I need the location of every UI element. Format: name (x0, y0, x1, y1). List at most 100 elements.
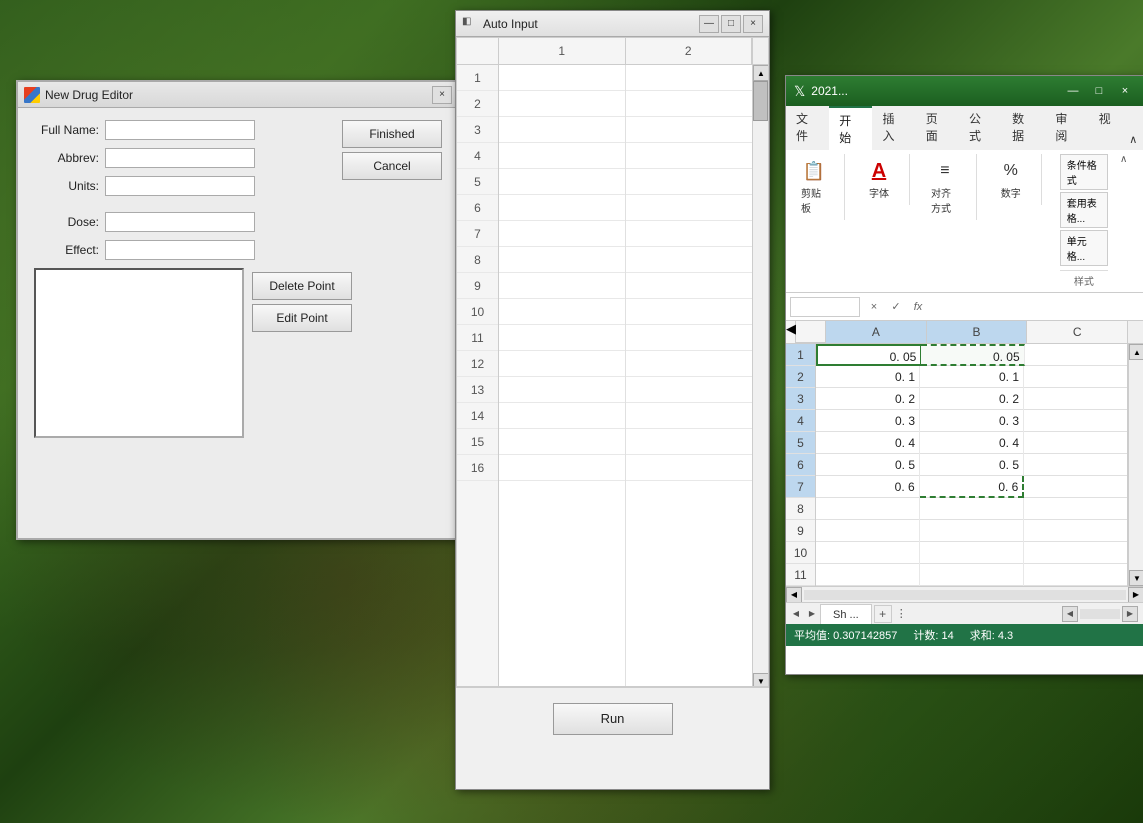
cell-a5[interactable]: 0. 4 (816, 432, 920, 454)
cell-5-2[interactable] (626, 169, 753, 195)
cell-b10[interactable] (920, 542, 1024, 564)
ribbon-conditional-format[interactable]: 条件格式 (1060, 154, 1108, 190)
cell-7-2[interactable] (626, 221, 753, 247)
ribbon-font-btn[interactable]: A 字体 (859, 154, 899, 205)
full-name-input[interactable] (105, 120, 255, 140)
ribbon-clipboard-btn[interactable]: 📋 剪贴板 (794, 154, 834, 220)
cell-b3[interactable]: 0. 2 (920, 388, 1024, 410)
formula-input[interactable] (932, 300, 1140, 314)
cell-16-2[interactable] (626, 455, 753, 481)
cell-a7[interactable]: 0. 6 (816, 476, 920, 498)
scrollbar-thumb[interactable] (753, 81, 768, 121)
ribbon-cell-style[interactable]: 单元格... (1060, 230, 1108, 266)
sheet-scroll-thumb[interactable] (1080, 609, 1120, 619)
cell-8-1[interactable] (499, 247, 625, 273)
cell-c3[interactable] (1024, 388, 1128, 410)
cell-a1[interactable]: 0. 05 (816, 344, 921, 366)
cell-c7[interactable] (1024, 476, 1128, 498)
cell-c5[interactable] (1024, 432, 1128, 454)
cell-15-2[interactable] (626, 429, 753, 455)
cell-11-2[interactable] (626, 325, 753, 351)
cell-9-1[interactable] (499, 273, 625, 299)
cell-5-1[interactable] (499, 169, 625, 195)
h-scroll-track[interactable] (804, 590, 1126, 600)
cell-c4[interactable] (1024, 410, 1128, 432)
abbrev-input[interactable] (105, 148, 255, 168)
sheet-right-scrollbar[interactable]: ▲ ▼ (1128, 344, 1143, 586)
sheet-tab-arrow-right[interactable]: ▶ (804, 606, 820, 622)
excel-tab-file[interactable]: 文件 (786, 106, 829, 150)
cell-c1[interactable] (1025, 344, 1128, 366)
h-scroll-left[interactable]: ◀ (786, 587, 802, 603)
delete-point-button[interactable]: Delete Point (252, 272, 352, 300)
cell-a10[interactable] (816, 542, 920, 564)
excel-maximize-btn[interactable]: □ (1088, 80, 1110, 102)
cell-a4[interactable]: 0. 3 (816, 410, 920, 432)
cell-3-1[interactable] (499, 117, 625, 143)
edit-point-button[interactable]: Edit Point (252, 304, 352, 332)
auto-input-close-btn[interactable]: × (743, 15, 763, 33)
cell-10-2[interactable] (626, 299, 753, 325)
cell-1-2[interactable] (626, 65, 753, 91)
cell-2-2[interactable] (626, 91, 753, 117)
cell-12-1[interactable] (499, 351, 625, 377)
col-header-b[interactable]: B (927, 321, 1028, 343)
sheet-scroll-track[interactable] (1129, 360, 1143, 570)
excel-minimize-btn[interactable]: — (1062, 80, 1084, 102)
cell-2-1[interactable] (499, 91, 625, 117)
col-header-c[interactable]: C (1027, 321, 1128, 343)
effect-input[interactable] (105, 240, 255, 260)
cell-a2[interactable]: 0. 1 (816, 366, 920, 388)
formula-cancel-icon[interactable]: × (864, 297, 884, 317)
excel-tab-formula[interactable]: 公式 (959, 106, 1002, 150)
cell-c9[interactable] (1024, 520, 1128, 542)
drug-editor-close-btn[interactable]: × (432, 86, 452, 104)
cell-14-1[interactable] (499, 403, 625, 429)
excel-tab-page[interactable]: 页面 (916, 106, 959, 150)
cell-13-2[interactable] (626, 377, 753, 403)
cell-b7[interactable]: 0. 6 (920, 476, 1025, 498)
cell-6-2[interactable] (626, 195, 753, 221)
units-input[interactable] (105, 176, 255, 196)
formula-fx-icon[interactable]: fx (908, 297, 928, 317)
cell-8-2[interactable] (626, 247, 753, 273)
cell-3-2[interactable] (626, 117, 753, 143)
cell-1-1[interactable] (499, 65, 625, 91)
excel-tab-data[interactable]: 数据 (1002, 106, 1045, 150)
excel-tab-home[interactable]: 开始 (829, 106, 872, 150)
cell-4-2[interactable] (626, 143, 753, 169)
sheet-tab-sh[interactable]: Sh ... (820, 604, 872, 624)
cancel-button[interactable]: Cancel (342, 152, 442, 180)
cell-c10[interactable] (1024, 542, 1128, 564)
finished-button[interactable]: Finished (342, 120, 442, 148)
cell-4-1[interactable] (499, 143, 625, 169)
cell-b1[interactable]: 0. 05 (921, 344, 1024, 366)
cell-b4[interactable]: 0. 3 (920, 410, 1024, 432)
cell-6-1[interactable] (499, 195, 625, 221)
cell-10-1[interactable] (499, 299, 625, 325)
cell-c11[interactable] (1024, 564, 1128, 586)
auto-input-titlebar[interactable]: ◧ Auto Input — □ × (456, 11, 769, 37)
cell-c6[interactable] (1024, 454, 1128, 476)
cell-b6[interactable]: 0. 5 (920, 454, 1024, 476)
col-header-a[interactable]: A (826, 321, 927, 343)
grid-data-area[interactable] (499, 65, 752, 687)
sheet-scroll-down[interactable]: ▼ (1129, 570, 1143, 586)
cell-9-2[interactable] (626, 273, 753, 299)
cell-b2[interactable]: 0. 1 (920, 366, 1024, 388)
run-button[interactable]: Run (553, 703, 673, 735)
cell-13-1[interactable] (499, 377, 625, 403)
drug-listbox[interactable] (34, 268, 244, 438)
dose-input[interactable] (105, 212, 255, 232)
cell-b5[interactable]: 0. 4 (920, 432, 1024, 454)
cell-a9[interactable] (816, 520, 920, 542)
formula-confirm-icon[interactable]: ✓ (886, 297, 906, 317)
cell-16-1[interactable] (499, 455, 625, 481)
cell-reference-input[interactable]: A1 (790, 297, 860, 317)
cell-7-1[interactable] (499, 221, 625, 247)
excel-tab-insert[interactable]: 插入 (872, 106, 915, 150)
ribbon-number-btn[interactable]: % 数字 (991, 154, 1031, 205)
cell-b9[interactable] (920, 520, 1024, 542)
cell-b11[interactable] (920, 564, 1024, 586)
cell-15-1[interactable] (499, 429, 625, 455)
